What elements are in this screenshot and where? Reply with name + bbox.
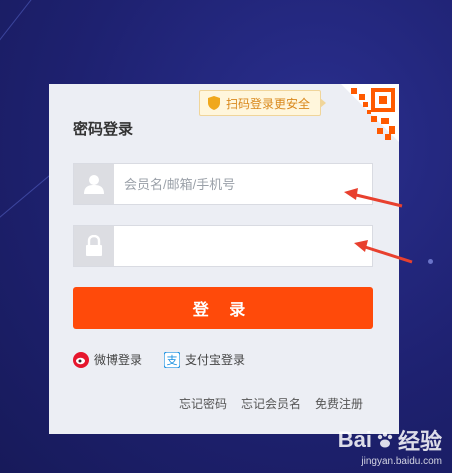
watermark-url: jingyan.baidu.com xyxy=(361,456,442,467)
alipay-icon: 支 xyxy=(164,351,181,368)
alipay-login-label: 支付宝登录 xyxy=(185,353,246,367)
weibo-icon xyxy=(73,351,89,368)
qr-code-icon[interactable] xyxy=(341,84,399,142)
scan-login-tip[interactable]: 扫码登录更安全 xyxy=(199,90,327,116)
watermark-suffix: 经验 xyxy=(397,429,442,454)
alipay-login-link[interactable]: 支 支付宝登录 xyxy=(164,351,245,368)
svg-text:支: 支 xyxy=(167,354,178,367)
baidu-watermark: Bai 经验 jingyan.baidu.com xyxy=(338,424,442,467)
user-icon xyxy=(74,164,114,204)
background-line xyxy=(0,0,146,91)
paw-icon xyxy=(377,432,393,448)
weibo-login-link[interactable]: 微博登录 xyxy=(73,351,142,368)
alternative-logins: 微博登录 支 支付宝登录 xyxy=(73,351,245,368)
background-dot xyxy=(428,259,433,264)
page-title: 密码登录 xyxy=(73,121,134,138)
username-input[interactable] xyxy=(114,164,372,204)
login-card: 扫码登录更安全 密码登录 会员名/邮箱/手机号 登 录 微博登录 支 支付宝登录… xyxy=(49,84,399,434)
scan-tip-label: 扫码登录更安全 xyxy=(226,96,311,111)
shield-icon xyxy=(208,96,220,110)
register-link[interactable]: 免费注册 xyxy=(315,395,363,412)
password-input[interactable] xyxy=(114,226,372,266)
lock-icon xyxy=(74,226,114,266)
watermark-brand: Bai xyxy=(337,427,372,452)
bottom-links: 忘记密码 忘记会员名 免费注册 xyxy=(179,395,363,412)
annotation-arrow-icon xyxy=(344,188,403,208)
username-field xyxy=(73,163,373,205)
forgot-password-link[interactable]: 忘记密码 xyxy=(179,395,227,412)
login-button[interactable]: 登 录 xyxy=(73,287,373,329)
annotation-arrow-icon xyxy=(354,240,413,264)
weibo-login-label: 微博登录 xyxy=(94,353,143,367)
forgot-username-link[interactable]: 忘记会员名 xyxy=(241,395,301,412)
password-field xyxy=(73,225,373,267)
